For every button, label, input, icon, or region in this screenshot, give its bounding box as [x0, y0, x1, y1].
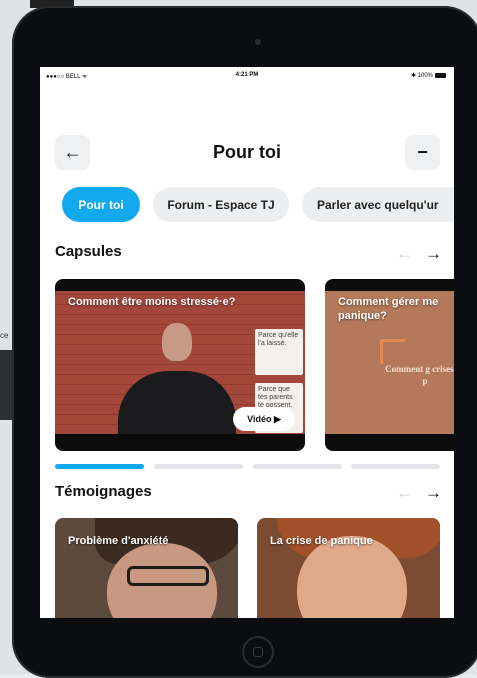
progress-segment	[351, 464, 440, 469]
testimony-card[interactable]: Problème d'anxiété	[55, 518, 238, 618]
arrow-left-icon[interactable]: ←	[396, 244, 413, 263]
poster: Parce qu'elle l'a laissé.	[255, 329, 303, 375]
battery-status: ✱ 100%	[411, 72, 446, 79]
camera-icon	[255, 39, 261, 45]
background-label: ce	[0, 331, 9, 340]
minus-icon: −	[417, 142, 428, 162]
home-button[interactable]	[242, 636, 274, 668]
battery-icon	[435, 72, 446, 78]
person-head	[162, 323, 192, 361]
capsule-title: Comment être moins stressé·e?	[68, 296, 236, 308]
page-title: Pour toi	[213, 142, 281, 162]
status-time: 4:21 PM	[235, 72, 259, 78]
testimony-title: Problème d'anxiété	[68, 535, 169, 547]
testimony-title: La crise de panique	[270, 535, 373, 547]
glasses-shape	[127, 566, 209, 586]
section-title-capsules: Capsules	[55, 243, 122, 260]
tab-pour-toi[interactable]: Pour toi	[62, 187, 140, 222]
video-button[interactable]: Vidéo ▶	[233, 407, 295, 431]
arrow-right-icon[interactable]: →	[425, 483, 442, 502]
capsules-nav: ← →	[396, 244, 442, 264]
poster-text: Parce qu'elle l'a laissé.	[258, 332, 299, 347]
app-screen: ●●●○○ BELL ᯤ 4:21 PM ✱ 100% ← Pour toi −…	[40, 67, 454, 618]
arrow-left-icon[interactable]: ←	[396, 483, 413, 502]
home-square-icon	[253, 647, 263, 657]
tab-forum[interactable]: Forum - Espace TJ	[153, 187, 289, 222]
corner-graphic	[380, 339, 405, 364]
overlay-text: Comment g crises de p	[385, 364, 454, 386]
status-bar: ●●●○○ BELL ᯤ 4:21 PM ✱ 100%	[40, 67, 454, 83]
minimize-button[interactable]: −	[405, 135, 440, 170]
progress-segment	[154, 464, 243, 469]
arrow-right-icon[interactable]: →	[425, 244, 442, 263]
capsule-card[interactable]: Comment g crises de p Comment gérer me p…	[325, 279, 454, 451]
capsule-card[interactable]: Parce qu'elle l'a laissé. Parce que tes …	[55, 279, 305, 451]
temoignages-nav: ← →	[396, 483, 442, 503]
person-body	[118, 371, 236, 434]
battery-label: ✱ 100%	[410, 73, 433, 79]
progress-segment-active	[55, 464, 144, 469]
testimony-card[interactable]: La crise de panique	[257, 518, 440, 618]
capsule-title: Comment gérer me panique?	[338, 296, 439, 322]
tab-parler[interactable]: Parler avec quelqu'ur	[302, 187, 454, 222]
progress-segment	[253, 464, 342, 469]
section-title-temoignages: Témoignages	[55, 483, 152, 500]
